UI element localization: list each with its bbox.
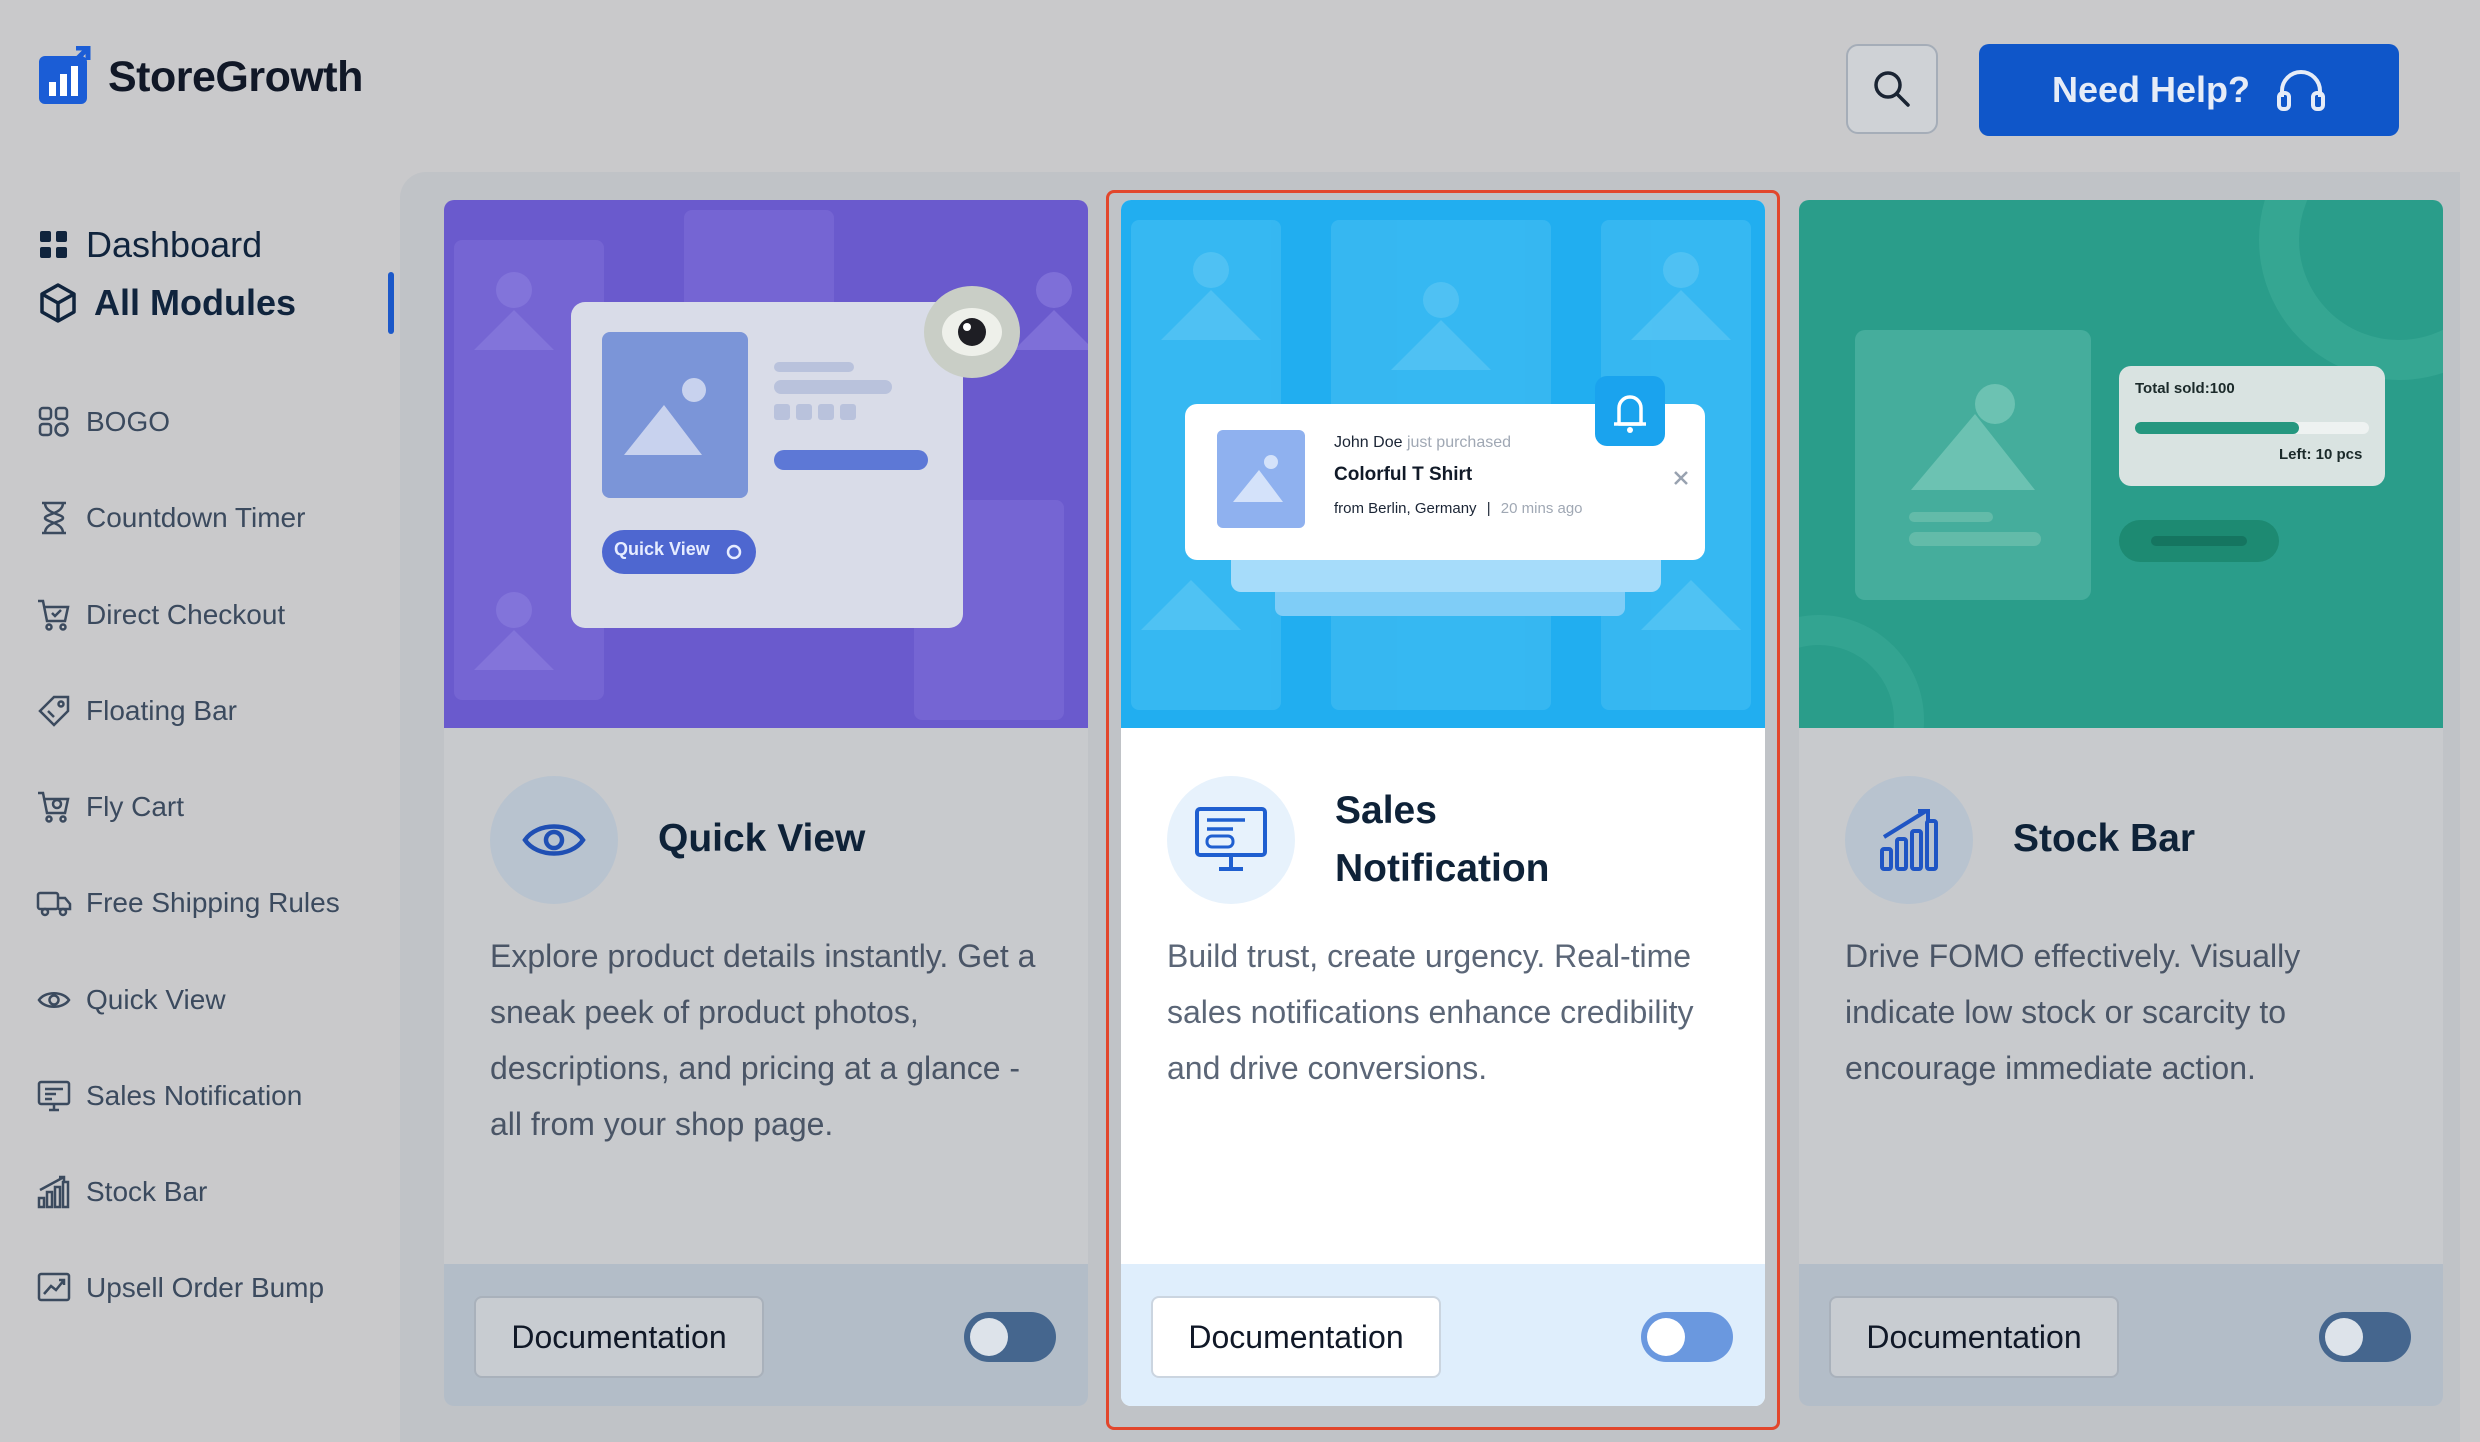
- active-indicator: [388, 272, 394, 334]
- storegrowth-logo-icon: [39, 46, 91, 104]
- cart-check-icon: [38, 599, 70, 631]
- sidebar-item-bogo[interactable]: BOGO: [36, 404, 170, 440]
- cart-icon: [38, 791, 70, 823]
- nav-dashboard-label: Dashboard: [86, 224, 263, 265]
- sidebar-item-label: Quick View: [86, 984, 226, 1015]
- stock-bar-illustration: Total sold:100 Left: 10 pcs: [1799, 200, 2443, 728]
- sidebar-item-free-shipping-rules[interactable]: Free Shipping Rules: [36, 885, 340, 921]
- card-description: Explore product details instantly. Get a…: [490, 938, 1036, 1142]
- nav-all-modules-label: All Modules: [94, 282, 297, 323]
- sidebar-item-label: Countdown Timer: [86, 502, 306, 533]
- sidebar-item-label: Sales Notification: [86, 1080, 303, 1111]
- sidebar-item-stock-bar[interactable]: Stock Bar: [36, 1174, 207, 1210]
- bar-chart-icon: [37, 1175, 70, 1209]
- toggle-knob: [970, 1318, 1008, 1356]
- cube-icon: [40, 283, 76, 323]
- nav-dashboard[interactable]: Dashboard: [38, 224, 262, 266]
- module-card-stock-bar: Total sold:100 Left: 10 pcs Stock Bar Dr…: [1799, 200, 2443, 1406]
- hero-quick-view-button: Quick View: [614, 539, 710, 559]
- sidebar-item-label: BOGO: [86, 406, 171, 437]
- sidebar-item-sales-notification[interactable]: Sales Notification: [36, 1078, 302, 1114]
- bar-chart-icon: [1880, 809, 1938, 871]
- search-icon: [1874, 71, 1910, 107]
- search-button[interactable]: [1846, 44, 1938, 134]
- card-description: Drive FOMO effectively. Visually indicat…: [1845, 938, 2301, 1086]
- stock-left-label: Left: 10 pcs: [2279, 446, 2363, 463]
- need-help-label: Need Help?: [2051, 69, 2251, 110]
- toggle-knob: [2325, 1318, 2363, 1356]
- eye-icon: [37, 992, 71, 1008]
- sidebar-item-label: Stock Bar: [86, 1176, 208, 1207]
- sidebar-item-label: Free Shipping Rules: [86, 887, 340, 918]
- grid-icon: [40, 231, 67, 258]
- tag-icon: [38, 695, 70, 727]
- sidebar-item-upsell-order-bump[interactable]: Upsell Order Bump: [36, 1270, 324, 1306]
- documentation-button[interactable]: Documentation: [474, 1296, 764, 1378]
- hourglass-icon: [42, 501, 66, 535]
- eye-icon: [522, 824, 586, 856]
- sidebar-item-direct-checkout[interactable]: Direct Checkout: [36, 597, 285, 633]
- module-toggle[interactable]: [2319, 1312, 2411, 1362]
- need-help-button[interactable]: Need Help?: [1979, 44, 2399, 136]
- documentation-button[interactable]: Documentation: [1829, 1296, 2119, 1378]
- trend-chart-icon: [37, 1272, 71, 1302]
- nav-all-modules[interactable]: All Modules: [38, 282, 296, 324]
- headset-icon: [2277, 70, 2326, 111]
- sidebar-item-floating-bar[interactable]: Floating Bar: [36, 693, 237, 729]
- quick-view-illustration: Quick View: [444, 200, 1088, 728]
- total-sold-label: Total sold:100: [2135, 380, 2235, 397]
- sidebar-item-label: Fly Cart: [86, 791, 184, 822]
- selection-highlight: [1106, 190, 1780, 1430]
- card-title: Quick View: [658, 817, 866, 860]
- sidebar-item-quick-view[interactable]: Quick View: [36, 982, 226, 1018]
- sidebar-item-label: Floating Bar: [86, 695, 237, 726]
- card-title: Stock Bar: [2013, 817, 2196, 860]
- stock-bar-module-icon: [1845, 776, 1973, 904]
- bogo-icon: [38, 406, 69, 437]
- sidebar-item-label: Direct Checkout: [86, 599, 286, 630]
- truck-icon: [36, 891, 72, 917]
- sidebar-item-fly-cart[interactable]: Fly Cart: [36, 789, 184, 825]
- module-toggle[interactable]: [964, 1312, 1056, 1362]
- quick-view-module-icon: [490, 776, 618, 904]
- app-name: StoreGrowth: [108, 52, 363, 101]
- sidebar-item-countdown-timer[interactable]: Countdown Timer: [36, 500, 305, 536]
- monitor-icon: [37, 1080, 71, 1112]
- module-card-quick-view: Quick View Quick View Explore product de…: [444, 200, 1088, 1406]
- sidebar-item-label: Upsell Order Bump: [86, 1272, 325, 1303]
- app-logo[interactable]: StoreGrowth: [36, 46, 363, 108]
